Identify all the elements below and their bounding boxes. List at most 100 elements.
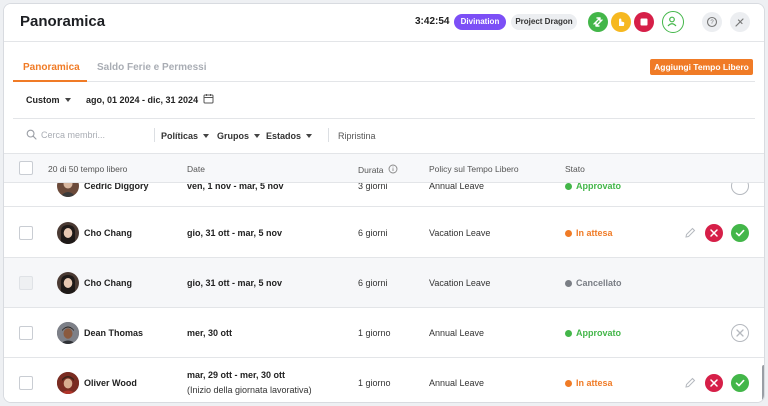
app-window: Panoramica 3:42:54 Divination Project Dr… [3,3,765,403]
leave-policy: Annual Leave [429,183,485,191]
active-tab-indicator [13,80,87,82]
top-bar: Panoramica 3:42:54 Divination Project Dr… [4,4,764,42]
approved-icon [565,183,572,190]
leave-note: (Inizio della giornata lavorativa) [187,385,312,395]
member-name: Cho Chang [84,228,132,238]
date-range-label[interactable]: ago, 01 2024 - dic, 31 2024 [86,95,198,105]
policies-filter[interactable]: Políticas [161,131,210,141]
approved-icon [565,329,572,337]
avatar [57,222,79,244]
task-badge[interactable]: Project Dragon [511,14,577,30]
column-duration[interactable]: Durata [358,164,398,175]
svg-text:?: ? [710,20,714,26]
period-select[interactable]: Custom [26,95,71,105]
column-duration-label: Durata [358,165,384,175]
column-date[interactable]: Date [187,164,205,174]
reject-button[interactable] [705,224,723,242]
status-text: In attesa [576,228,613,238]
row-checkbox[interactable] [19,226,33,240]
member-name: Oliver Wood [84,378,137,388]
leave-duration: 1 giorno [358,378,391,388]
row-checkbox[interactable] [19,326,33,340]
pending-icon [565,229,572,237]
scrollbar[interactable] [762,365,764,401]
chevron-down-icon [64,98,71,102]
status-text: Approvato [576,183,621,191]
stop-icon[interactable] [634,12,654,32]
filter-divider [154,128,155,142]
status-text: In attesa [576,378,613,388]
leave-policy: Vacation Leave [429,228,491,238]
project-badge[interactable]: Divination [454,14,506,30]
states-filter[interactable]: Estados [266,131,313,141]
groups-filter[interactable]: Grupos [217,131,261,141]
calendar-icon[interactable] [203,93,214,104]
table-row[interactable]: Cedric Diggory ven, 1 nov - mar, 5 nov 3… [4,183,764,207]
leave-policy: Vacation Leave [429,278,491,288]
pending-icon [565,379,572,387]
row-checkbox[interactable] [19,376,33,390]
chevron-down-icon [306,134,313,138]
status-badge: In attesa [565,378,613,388]
check-icon [735,379,745,387]
filter-divider [328,128,329,142]
divider [13,118,755,119]
status-text: Cancellato [576,278,622,288]
tab-divider [13,81,755,82]
cancelled-icon [565,279,572,287]
column-status[interactable]: Stato [565,164,585,174]
status-text: Approvato [576,328,621,338]
table-row[interactable]: Dean Thomas mer, 30 ott 1 giorno Annual … [4,308,764,358]
approve-button[interactable] [731,374,749,392]
cancel-leave-button[interactable] [731,324,749,342]
break-icon[interactable] [611,12,631,32]
groups-filter-label: Grupos [217,131,250,141]
policies-filter-label: Políticas [161,131,199,141]
member-search-input[interactable] [41,126,146,144]
avatar [57,272,79,294]
table-header: 20 di 50 tempo libero Date Durata Policy… [4,153,764,183]
column-policy[interactable]: Policy sul Tempo Libero [429,164,519,174]
close-icon [736,329,744,337]
period-select-label: Custom [26,95,60,105]
member-name: Cedric Diggory [84,183,149,191]
page-title: Panoramica [20,13,106,30]
approve-button[interactable] [731,224,749,242]
leave-duration: 1 giorno [358,328,391,338]
avatar [57,183,79,197]
help-icon[interactable]: ? [702,12,722,32]
avatar [57,372,79,394]
leave-duration: 3 giorni [358,183,388,191]
add-time-off-button[interactable]: Aggiungi Tempo Libero [650,59,753,75]
tab-saldo-ferie[interactable]: Saldo Ferie e Permessi [97,62,207,73]
close-icon [710,379,718,387]
reset-filters-button[interactable]: Ripristina [338,131,376,141]
leave-dates: ven, 1 nov - mar, 5 nov [187,183,284,191]
reject-button[interactable] [705,374,723,392]
select-all-checkbox[interactable] [19,161,33,175]
row-checkbox [19,276,33,290]
status-badge: Approvato [565,328,621,338]
tab-panoramica[interactable]: Panoramica [23,62,80,73]
table-row[interactable]: Cho Chang gio, 31 ott - mar, 5 nov 6 gio… [4,208,764,258]
user-status-icon[interactable] [662,11,684,33]
leave-policy: Annual Leave [429,378,485,388]
table-row[interactable]: Cho Chang gio, 31 ott - mar, 5 nov 6 gio… [4,258,764,308]
leave-duration: 6 giorni [358,278,388,288]
table-row[interactable]: Oliver Wood mar, 29 ott - mer, 30 ott (I… [4,358,764,402]
check-icon [735,229,745,237]
chevron-down-icon [254,134,261,138]
edit-icon[interactable] [681,224,699,242]
close-icon [710,229,718,237]
edit-icon[interactable] [681,374,699,392]
switch-icon[interactable] [588,12,608,32]
status-badge: Approvato [565,183,621,191]
count-label: 20 di 50 tempo libero [48,164,128,174]
states-filter-label: Estados [266,131,302,141]
search-icon [26,129,37,140]
cancel-leave-button[interactable] [731,183,749,195]
integrations-icon[interactable] [730,12,750,32]
leave-dates: mer, 30 ott [187,328,233,338]
avatar [57,322,79,344]
leave-dates: mar, 29 ott - mer, 30 ott [187,370,286,380]
